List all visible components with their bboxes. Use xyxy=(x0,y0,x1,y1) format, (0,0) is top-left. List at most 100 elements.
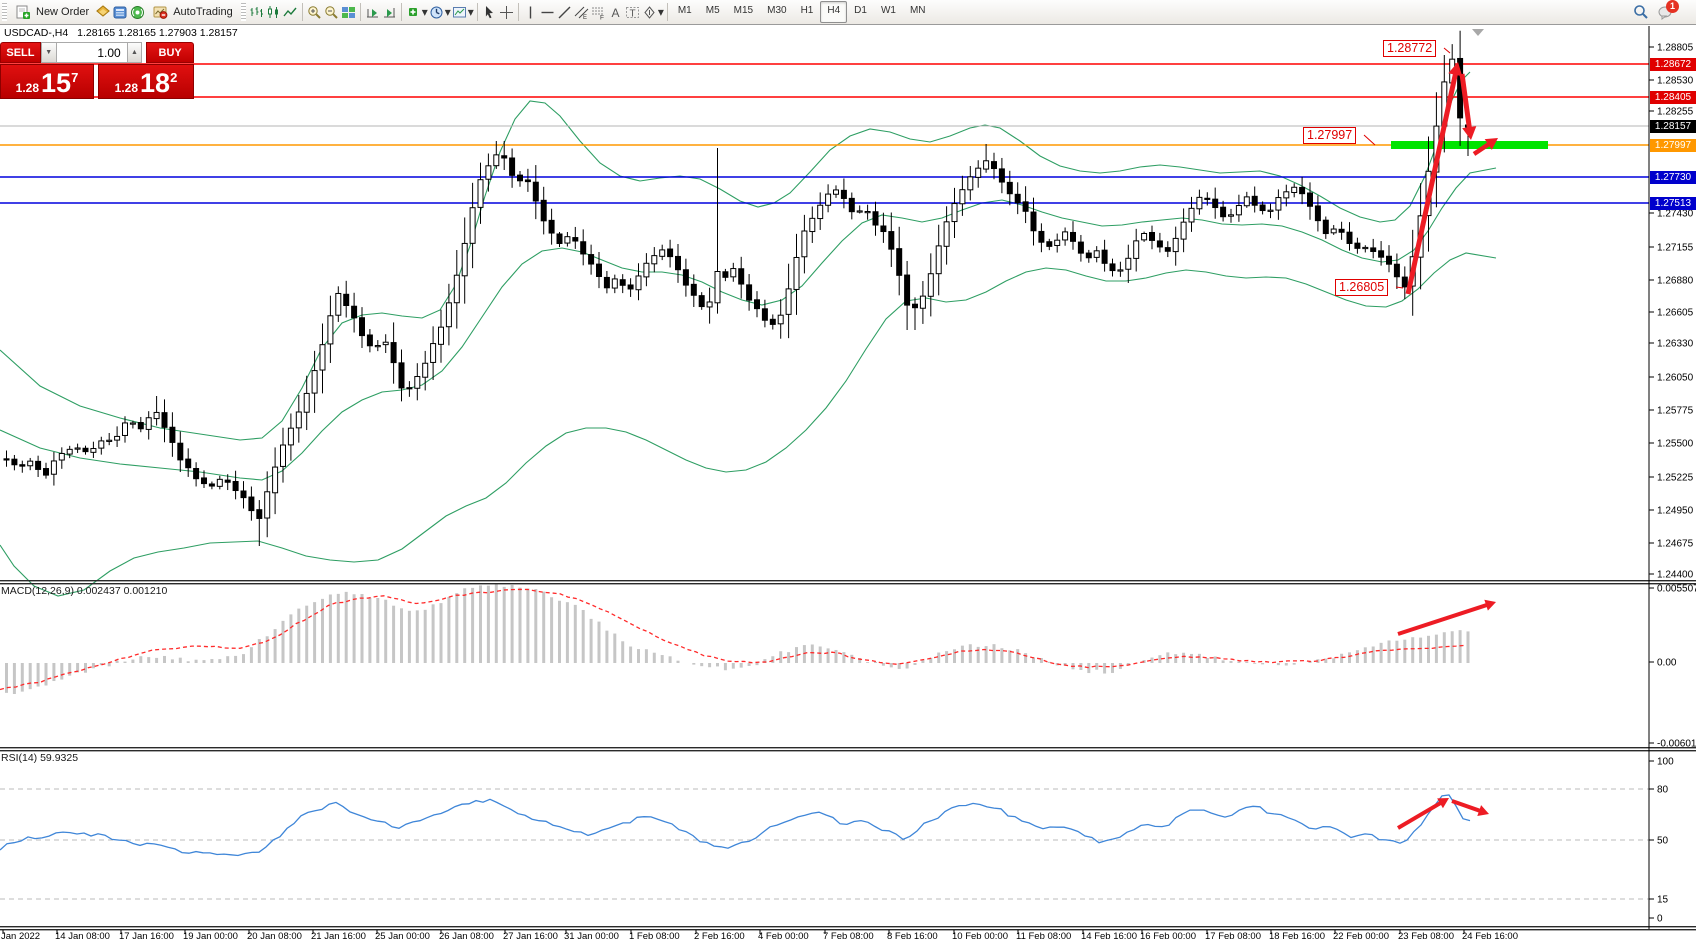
timeframe-button-m15[interactable]: M15 xyxy=(727,1,760,23)
rsi-tick-label: 100 xyxy=(1657,757,1674,768)
time-axis-label: 18 Feb 16:00 xyxy=(1269,931,1325,942)
buy-button[interactable]: BUY xyxy=(146,42,194,63)
axis-price-box: 1.27997 xyxy=(1650,139,1696,152)
time-axis[interactable]: Jan 202214 Jan 08:0017 Jan 16:0019 Jan 0… xyxy=(1,930,1518,942)
time-axis-label: 17 Jan 16:00 xyxy=(119,931,174,942)
crosshair-icon[interactable] xyxy=(498,4,515,21)
volume-input[interactable]: 1.00 xyxy=(57,42,127,63)
macd-indicator xyxy=(0,583,1496,694)
new-order-label: New Order xyxy=(36,6,89,18)
trendline-icon[interactable] xyxy=(556,4,573,21)
timeframe-button-w1[interactable]: W1 xyxy=(874,1,903,23)
price-tick-label: 1.28530 xyxy=(1657,76,1694,87)
zoom-out-icon[interactable] xyxy=(323,4,340,21)
buy-price-display[interactable]: 1.28 18 2 xyxy=(98,64,194,99)
time-axis-label: 22 Feb 00:00 xyxy=(1333,931,1389,942)
data-window-icon[interactable] xyxy=(112,4,129,21)
chart-shift-icon[interactable] xyxy=(381,4,398,21)
sell-price-small: 1.28 xyxy=(16,81,39,95)
rsi-indicator xyxy=(0,789,1649,899)
one-click-trading-panel: SELL ▼ 1.00 ▲ BUY 1.28 15 7 1.28 18 2 xyxy=(0,42,194,99)
signals-icon[interactable] xyxy=(129,4,146,21)
chart-price-label[interactable]: 1.28772 xyxy=(1383,40,1436,57)
bar-chart-icon[interactable] xyxy=(248,4,265,21)
time-axis-label: Jan 2022 xyxy=(1,931,40,942)
shapes-icon[interactable] xyxy=(641,4,658,21)
time-axis-label: 14 Feb 16:00 xyxy=(1081,931,1137,942)
price-tick-label: 1.28805 xyxy=(1657,43,1694,54)
macd-tick-label: 0.005507 xyxy=(1657,584,1696,595)
timeframe-button-m1[interactable]: M1 xyxy=(671,1,699,23)
time-axis-label: 24 Feb 16:00 xyxy=(1462,931,1518,942)
time-axis-label: 11 Feb 08:00 xyxy=(1016,931,1071,942)
tile-windows-icon[interactable] xyxy=(340,4,357,21)
candlestick-chart-icon[interactable] xyxy=(265,4,282,21)
time-axis-label: 21 Jan 16:00 xyxy=(311,931,366,942)
symbol-period-label: USDCAD-,H4 xyxy=(4,27,68,39)
market-watch-icon[interactable] xyxy=(95,4,112,21)
shapes-dropdown-icon[interactable]: ▾ xyxy=(658,5,664,19)
price-tick-label: 1.27430 xyxy=(1657,209,1694,220)
toolbar-drag-handle[interactable] xyxy=(2,3,7,21)
templates-dropdown-icon[interactable]: ▾ xyxy=(468,5,474,19)
axis-price-box: 1.27513 xyxy=(1650,197,1696,210)
sell-button[interactable]: SELL xyxy=(0,42,41,63)
hline-icon[interactable] xyxy=(539,4,556,21)
chart-canvas[interactable]: 1.288051.285301.282551.274301.271551.268… xyxy=(0,0,1696,944)
bollinger-bands xyxy=(0,72,1496,596)
price-tick-label: 1.27155 xyxy=(1657,243,1694,254)
chart-shift-marker[interactable] xyxy=(1472,29,1484,36)
toolbar: New Order AutoTrading xyxy=(0,0,1696,25)
volume-decrease-button[interactable]: ▼ xyxy=(41,42,57,63)
bollinger-upper-band xyxy=(0,72,1470,440)
channel-icon[interactable]: E xyxy=(573,4,590,21)
svg-text:E: E xyxy=(583,15,587,20)
price-tick-label: 1.26880 xyxy=(1657,276,1694,287)
green-support-zone[interactable] xyxy=(1391,141,1548,149)
time-axis-label: 19 Jan 00:00 xyxy=(183,931,238,942)
time-axis-label: 7 Feb 08:00 xyxy=(823,931,874,942)
autotrading-icon xyxy=(152,4,169,21)
volume-increase-button[interactable]: ▲ xyxy=(127,42,143,63)
chart-price-label[interactable]: 1.27997 xyxy=(1303,127,1356,144)
price-tick-label: 1.25225 xyxy=(1657,473,1694,484)
candlestick-series xyxy=(4,31,1471,546)
time-axis-label: 4 Feb 00:00 xyxy=(758,931,809,942)
text-icon[interactable]: A xyxy=(607,4,624,21)
buy-price-sup: 2 xyxy=(170,70,177,85)
horizontal-line-objects[interactable] xyxy=(0,64,1649,203)
vline-icon[interactable] xyxy=(522,4,539,21)
timeframe-button-h1[interactable]: H1 xyxy=(794,1,821,23)
notifications-icon[interactable]: 1 xyxy=(1657,4,1674,21)
time-axis-label: 31 Jan 00:00 xyxy=(564,931,619,942)
auto-scroll-icon[interactable] xyxy=(364,4,381,21)
fibonacci-icon[interactable]: F xyxy=(590,4,607,21)
new-order-button[interactable]: New Order xyxy=(9,1,95,24)
chart-price-label[interactable]: 1.26805 xyxy=(1335,279,1388,296)
timeframe-button-m5[interactable]: M5 xyxy=(699,1,727,23)
group-handle[interactable] xyxy=(241,3,246,21)
search-icon[interactable] xyxy=(1632,4,1649,21)
timeframe-button-d1[interactable]: D1 xyxy=(847,1,874,23)
timeframe-button-mn[interactable]: MN xyxy=(903,1,933,23)
sell-price-display[interactable]: 1.28 15 7 xyxy=(0,64,94,99)
templates-icon[interactable] xyxy=(451,4,468,21)
autotrading-button[interactable]: AutoTrading xyxy=(146,1,239,24)
label-icon[interactable]: T xyxy=(624,4,641,21)
svg-text:F: F xyxy=(600,14,604,20)
timeframe-button-m30[interactable]: M30 xyxy=(760,1,793,23)
indicators-icon[interactable] xyxy=(405,4,422,21)
line-chart-icon[interactable] xyxy=(282,4,299,21)
mt4-window: New Order AutoTrading xyxy=(0,0,1696,944)
rsi-tick-label: 50 xyxy=(1657,836,1669,847)
macd-tick-label: 0.00 xyxy=(1657,658,1677,669)
periods-icon[interactable] xyxy=(428,4,445,21)
support-zone[interactable] xyxy=(1391,141,1548,149)
cursor-icon[interactable] xyxy=(481,4,498,21)
zoom-in-icon[interactable] xyxy=(306,4,323,21)
rsi-line xyxy=(0,795,1470,856)
timeframe-button-h4[interactable]: H4 xyxy=(820,1,847,23)
rsi-tick-label: 80 xyxy=(1657,785,1669,796)
time-axis-label: 2 Feb 16:00 xyxy=(694,931,745,942)
macd-label: MACD(12,26,9) 0.002437 0.001210 xyxy=(1,585,167,597)
